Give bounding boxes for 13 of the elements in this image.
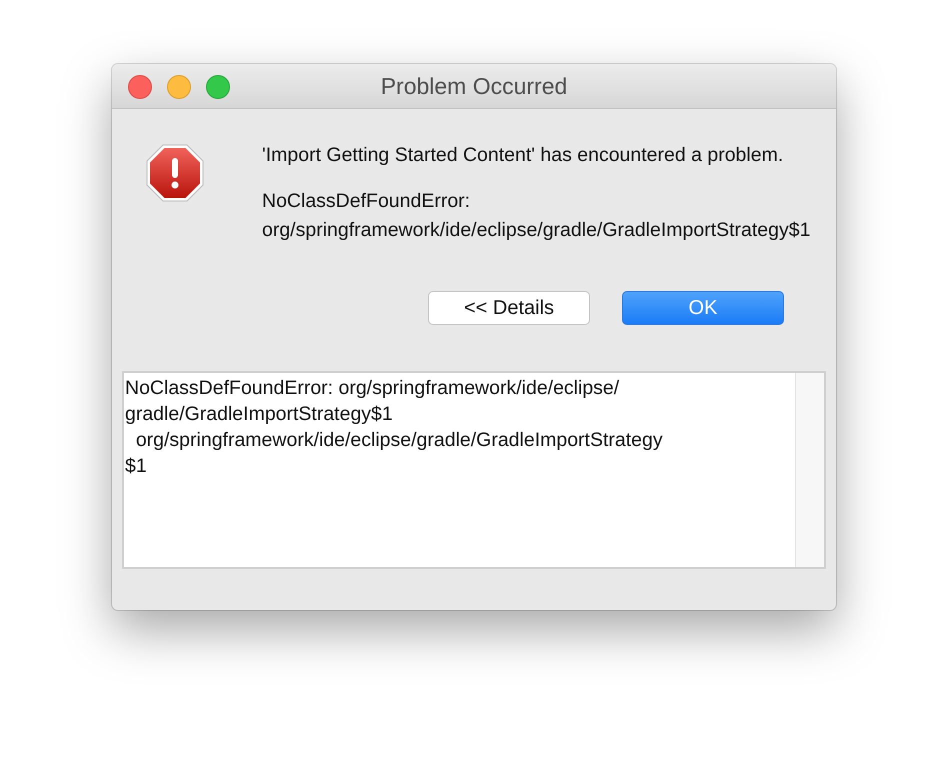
error-icon [145,143,205,203]
details-line: $1 [125,454,148,479]
minimize-icon[interactable] [167,75,191,99]
zoom-icon[interactable] [206,75,230,99]
error-message: NoClassDefFoundError: org/springframework/ide/eclipse/gradle/GradleImportStrategy$1 [262,189,810,243]
details-line: NoClassDefFoundError: org/springframework/ide/eclipse/ [125,376,620,401]
details-text-area[interactable]: NoClassDefFoundError: org/springframework/ide/eclipse/ gradle/GradleImportStrategy$1 org/springframework/ide/eclipse/gradle/GradleImportStrategy $1 [122,371,826,569]
details-button[interactable]: << Details [428,291,590,325]
error-summary: 'Import Getting Started Content' has encountered a problem. [262,143,784,168]
details-line: gradle/GradleImportStrategy$1 [125,402,394,427]
window-title: Problem Occurred [380,72,568,100]
details-line: org/springframework/ide/eclipse/gradle/GradleImportStrategy [134,428,664,453]
close-icon[interactable] [128,75,152,99]
